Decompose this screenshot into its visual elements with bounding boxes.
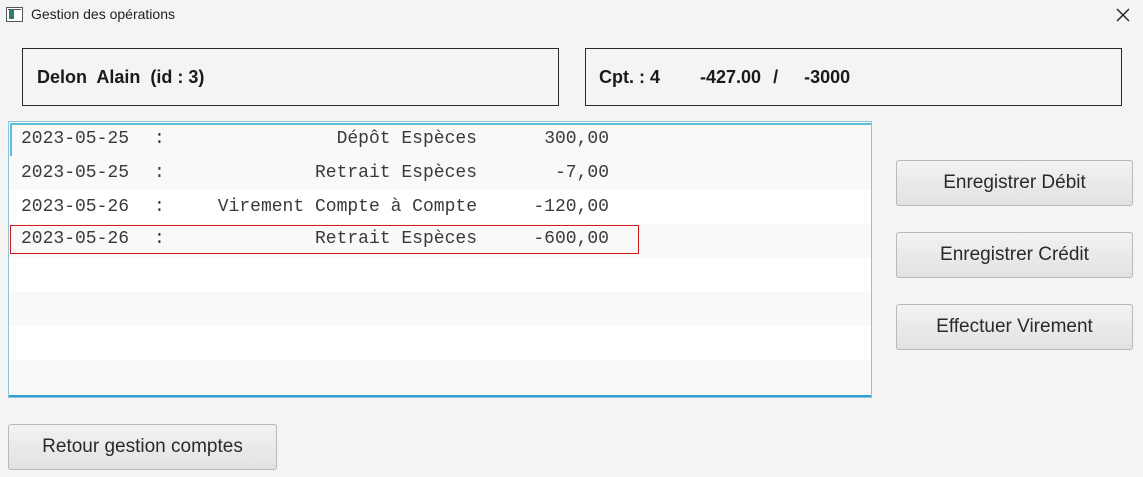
list-item[interactable]: 2023-05-26 : Retrait Espèces -600,00 bbox=[9, 224, 871, 258]
list-item[interactable]: 2023-05-25 : Retrait Espèces -7,00 bbox=[9, 156, 871, 190]
op-date: 2023-05-25 bbox=[21, 129, 130, 149]
op-amount: -600,00 bbox=[533, 229, 609, 249]
account-overdraft: -3000 bbox=[804, 66, 851, 87]
op-amount: -120,00 bbox=[533, 197, 609, 217]
back-to-accounts-button[interactable]: Retour gestion comptes bbox=[8, 424, 277, 470]
client-info-box: Delon Alain (id : 3) bbox=[22, 48, 559, 106]
close-button[interactable] bbox=[1109, 2, 1137, 28]
op-date: 2023-05-26 bbox=[21, 197, 130, 217]
list-item[interactable]: 2023-05-25 : Dépôt Espèces 300,00 bbox=[9, 122, 871, 158]
list-item[interactable]: 2023-05-26 : Virement Compte à Compte -1… bbox=[9, 190, 871, 224]
account-info-box: Cpt. : 4 -427.00 / -3000 bbox=[585, 48, 1122, 106]
record-debit-button[interactable]: Enregistrer Débit bbox=[896, 160, 1133, 206]
operations-list[interactable]: 2023-05-25 : Dépôt Espèces 300,00 2023-0… bbox=[8, 121, 872, 398]
op-date: 2023-05-25 bbox=[21, 163, 130, 183]
op-colon: : bbox=[154, 129, 165, 149]
op-label: Retrait Espèces bbox=[314, 229, 477, 249]
op-amount: -7,00 bbox=[554, 163, 609, 183]
empty-list-row bbox=[9, 360, 871, 394]
title-bar: Gestion des opérations bbox=[0, 0, 1143, 30]
op-amount: 300,00 bbox=[544, 129, 609, 149]
op-colon: : bbox=[154, 229, 165, 249]
record-credit-button[interactable]: Enregistrer Crédit bbox=[896, 232, 1133, 278]
client-label: Delon Alain (id : 3) bbox=[37, 66, 205, 87]
operations-window: Gestion des opérations Delon Alain (id :… bbox=[0, 0, 1143, 477]
account-balance: -427.00 bbox=[700, 66, 762, 87]
window-app-icon bbox=[6, 7, 23, 22]
transfer-button[interactable]: Effectuer Virement bbox=[896, 304, 1133, 350]
op-label: Retrait Espèces bbox=[314, 163, 477, 183]
close-icon bbox=[1116, 8, 1130, 22]
account-number: Cpt. : 4 bbox=[599, 66, 660, 87]
empty-list-row bbox=[9, 258, 871, 292]
op-colon: : bbox=[154, 163, 165, 183]
empty-list-row bbox=[9, 326, 871, 360]
account-separator: / bbox=[773, 66, 779, 87]
empty-list-row bbox=[9, 292, 871, 326]
op-label: Dépôt Espèces bbox=[336, 129, 477, 149]
op-date: 2023-05-26 bbox=[21, 229, 130, 249]
op-label: Virement Compte à Compte bbox=[217, 197, 477, 217]
window-title: Gestion des opérations bbox=[31, 6, 175, 22]
op-colon: : bbox=[154, 197, 165, 217]
